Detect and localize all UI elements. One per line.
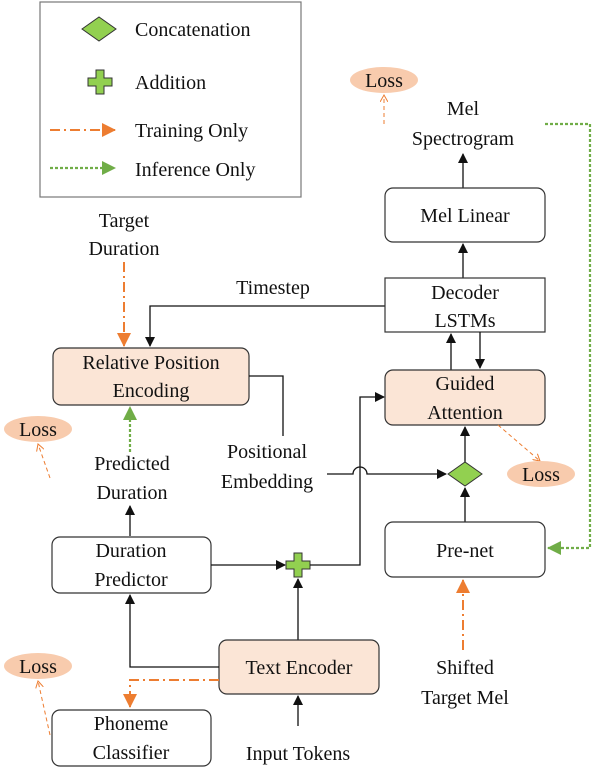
timestep-arrow (145, 305, 385, 347)
positional-embedding-label-2: Embedding (221, 471, 313, 493)
legend: Concatenation Addition Training Only Inf… (39, 1, 302, 198)
loss-label-phoneme: Loss (19, 656, 57, 678)
shifted-target-mel-label-2: Target Mel (421, 687, 509, 709)
mel-spectrogram-label-2: Spectrogram (412, 128, 515, 150)
loss-label-mel: Loss (365, 70, 403, 92)
loss-arrow-phoneme (38, 681, 51, 736)
text-encoder-label: Text Encoder (246, 657, 353, 679)
guided-attention-label-1: Guided (436, 373, 495, 395)
decoder-lstms-label-1: Decoder (431, 282, 499, 304)
mel-linear-label: Mel Linear (420, 205, 510, 227)
target-duration-label: Target (99, 210, 150, 232)
positional-embedding-arrow (327, 466, 447, 479)
rpe-label-1: Relative Position (82, 352, 219, 374)
pre-net-label: Pre-net (436, 540, 494, 562)
positional-embedding-label: Positional (227, 441, 307, 463)
loss-arrow-attention (497, 424, 540, 461)
guided-attention-label-2: Attention (427, 402, 503, 424)
legend-training-only: Training Only (135, 120, 248, 142)
add-to-attention-arrow (310, 392, 385, 566)
predicted-duration-label: Predicted (94, 453, 170, 475)
encoder-to-phoneme-arrow (123, 679, 219, 708)
legend-concatenation: Concatenation (135, 19, 251, 41)
timestep-label: Timestep (236, 277, 310, 299)
input-tokens-label: Input Tokens (246, 743, 351, 765)
encoder-to-duration-arrow (125, 594, 219, 668)
shifted-target-mel-label: Shifted (436, 657, 494, 679)
phoneme-classifier-label-2: Classifier (93, 742, 170, 764)
decoder-lstms-label-2: LSTMs (434, 310, 495, 332)
mel-spectrogram-label: Mel (447, 98, 480, 120)
addition-plus-icon (285, 552, 311, 578)
loss-label-attention: Loss (522, 464, 560, 486)
architecture-diagram: Concatenation Addition Training Only Inf… (4, 1, 592, 767)
rpe-label-2: Encoding (113, 380, 190, 402)
positional-embedding-wire (249, 375, 284, 436)
predicted-duration-label-2: Duration (96, 482, 167, 504)
duration-predictor-label-1: Duration (95, 540, 166, 562)
duration-predictor-label-2: Predictor (94, 569, 168, 591)
legend-addition: Addition (135, 72, 206, 94)
loss-label-rpe: Loss (19, 419, 57, 441)
loss-arrow-rpe (38, 444, 51, 479)
target-duration-label-2: Duration (88, 238, 159, 260)
concatenation-diamond-icon (447, 461, 483, 487)
phoneme-classifier-label-1: Phoneme (94, 713, 169, 735)
legend-inference-only: Inference Only (135, 159, 256, 181)
